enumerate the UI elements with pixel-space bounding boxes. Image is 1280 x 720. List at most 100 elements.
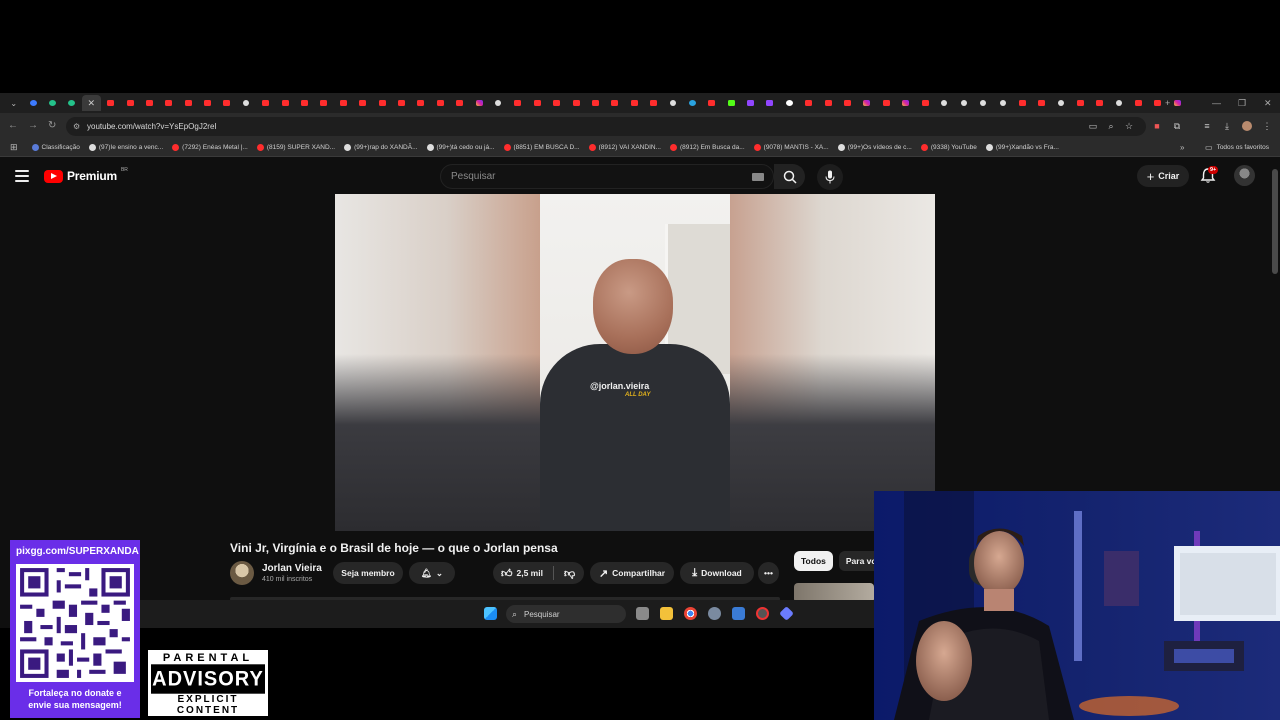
minimize-button[interactable]: — xyxy=(1212,93,1221,113)
browser-tab[interactable] xyxy=(954,95,973,111)
account-avatar[interactable] xyxy=(1234,165,1255,186)
browser-tab[interactable] xyxy=(721,95,740,111)
browser-tab[interactable] xyxy=(838,95,857,111)
zoom-icon[interactable]: ⌕ xyxy=(1106,121,1116,131)
browser-tab[interactable] xyxy=(120,95,139,111)
browser-tab[interactable] xyxy=(62,95,81,111)
browser-tab[interactable] xyxy=(1051,95,1070,111)
browser-tab[interactable] xyxy=(935,95,954,111)
browser-tab[interactable] xyxy=(566,95,585,111)
restore-button[interactable]: ❐ xyxy=(1238,93,1246,113)
bookmark-item[interactable]: Classificação xyxy=(31,144,80,151)
browser-tab[interactable] xyxy=(43,95,62,111)
browser-tab[interactable] xyxy=(702,95,721,111)
chrome-icon[interactable] xyxy=(684,607,697,620)
browser-tab[interactable] xyxy=(431,95,450,111)
browser-tab[interactable] xyxy=(683,95,702,111)
bookmark-item[interactable]: (99+)tá cedo ou já... xyxy=(426,144,495,151)
url-input[interactable]: ⚙ youtube.com/watch?v=YsEpOgJ2reI xyxy=(66,117,1146,136)
browser-tab[interactable]: ✕ xyxy=(81,95,101,111)
keyboard-icon[interactable] xyxy=(752,173,764,181)
browser-tab[interactable] xyxy=(23,95,42,111)
bookmark-item[interactable]: (7292) Enéas Metal |... xyxy=(172,144,248,151)
app-icon-2[interactable] xyxy=(779,606,794,621)
join-button[interactable]: Seja membro xyxy=(333,562,403,584)
browser-tab[interactable] xyxy=(528,95,547,111)
extension-shield-icon[interactable]: ■ xyxy=(1152,121,1162,131)
settings-icon[interactable] xyxy=(708,607,721,620)
browser-tab[interactable] xyxy=(489,95,508,111)
share-button[interactable]: ↗ Compartilhar xyxy=(590,562,674,584)
taskbar-search[interactable]: ⌕ Pesquisar xyxy=(506,605,626,623)
browser-tab[interactable] xyxy=(760,95,779,111)
browser-tab[interactable] xyxy=(625,95,644,111)
bookmark-item[interactable]: (8851) EM BUSCA D... xyxy=(503,144,580,151)
browser-tab[interactable] xyxy=(353,95,372,111)
browser-tab[interactable] xyxy=(140,95,159,111)
browser-tab[interactable] xyxy=(547,95,566,111)
file-explorer-icon[interactable] xyxy=(660,607,673,620)
browser-tab[interactable] xyxy=(237,95,256,111)
browser-tab[interactable] xyxy=(877,95,896,111)
all-bookmarks-folder[interactable]: ▭ Todos os favoritos xyxy=(1205,143,1269,152)
more-bookmarks-icon[interactable]: » xyxy=(1180,143,1184,152)
reload-icon[interactable]: ↻ xyxy=(48,120,56,131)
channel-avatar[interactable] xyxy=(230,561,254,585)
chip-all[interactable]: Todos xyxy=(794,551,833,571)
browser-tab[interactable] xyxy=(896,95,915,111)
browser-tab[interactable] xyxy=(586,95,605,111)
bookmark-item[interactable]: (8159) SUPER XAND... xyxy=(256,144,335,151)
reading-list-icon[interactable]: ≡ xyxy=(1202,121,1212,131)
voice-search-button[interactable] xyxy=(817,164,843,190)
browser-tab[interactable] xyxy=(469,95,488,111)
browser-tab[interactable] xyxy=(663,95,682,111)
browser-tab[interactable] xyxy=(1012,95,1031,111)
bookmark-item[interactable]: (99+)Os vídeos de c... xyxy=(837,144,912,151)
browser-tab[interactable] xyxy=(159,95,178,111)
bookmark-item[interactable]: (99+)Xandão vs Fra... xyxy=(985,144,1059,151)
create-button[interactable]: + Criar xyxy=(1137,165,1189,187)
menu-icon[interactable] xyxy=(15,170,29,182)
bookmark-item[interactable]: (8912) Em Busca da... xyxy=(669,144,745,151)
new-tab-button[interactable]: + xyxy=(1165,93,1170,113)
browser-tab[interactable] xyxy=(741,95,760,111)
browser-tab[interactable] xyxy=(334,95,353,111)
task-view-icon[interactable] xyxy=(636,607,649,620)
browser-tab[interactable] xyxy=(392,95,411,111)
browser-tab[interactable] xyxy=(1167,95,1186,111)
channel-name[interactable]: Jorlan Vieira xyxy=(262,563,322,574)
close-window-button[interactable]: ✕ xyxy=(1264,93,1272,113)
browser-tab[interactable] xyxy=(1129,95,1148,111)
search-button[interactable] xyxy=(774,164,805,189)
browser-menu-icon[interactable]: ⋮ xyxy=(1262,121,1272,131)
browser-tab[interactable] xyxy=(101,95,120,111)
bookmark-item[interactable]: (99+)rap do XANDÃ... xyxy=(344,144,418,151)
back-icon[interactable]: ← xyxy=(8,120,18,131)
browser-tab[interactable] xyxy=(295,95,314,111)
browser-tab[interactable] xyxy=(780,95,799,111)
browser-tab[interactable] xyxy=(411,95,430,111)
apps-grid-icon[interactable]: ⊞ xyxy=(10,142,18,153)
youtube-logo[interactable]: Premium BR xyxy=(44,167,128,183)
browser-tab[interactable] xyxy=(857,95,876,111)
browser-tab[interactable] xyxy=(179,95,198,111)
browser-tab[interactable] xyxy=(799,95,818,111)
extensions-icon[interactable]: ⧉ xyxy=(1172,121,1182,131)
forward-icon[interactable]: → xyxy=(28,120,38,131)
like-button[interactable]: 👍︎ 2,5 mil xyxy=(501,567,543,580)
browser-tab[interactable] xyxy=(256,95,275,111)
browser-tab[interactable] xyxy=(605,95,624,111)
more-actions-button[interactable]: ••• xyxy=(758,562,779,584)
tab-list-button[interactable]: ⌄ xyxy=(4,95,23,111)
bookmark-star-icon[interactable]: ☆ xyxy=(1124,121,1134,131)
cast-icon[interactable]: ▭ xyxy=(1088,121,1098,131)
bookmark-item[interactable]: (9078) MANTIS - XA... xyxy=(753,144,829,151)
bookmark-item[interactable]: (97)Ie ensino a venc... xyxy=(88,144,163,151)
browser-tab[interactable] xyxy=(508,95,527,111)
windows-start-icon[interactable] xyxy=(484,607,497,620)
subscribed-bell-button[interactable]: 🔔︎ ⌄ xyxy=(409,562,455,584)
thumbs-down-icon[interactable]: 👎︎ xyxy=(564,567,575,580)
browser-tab[interactable] xyxy=(314,95,333,111)
obs-icon[interactable] xyxy=(756,607,769,620)
browser-tab[interactable] xyxy=(644,95,663,111)
